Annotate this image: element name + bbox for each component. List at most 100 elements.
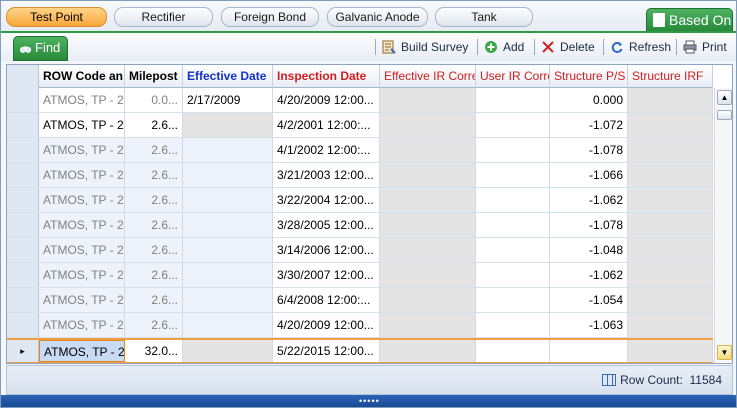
cell-milepost[interactable]: 32.0... bbox=[125, 340, 183, 362]
cell-effective-ir[interactable] bbox=[380, 113, 476, 137]
scroll-down-arrow-icon[interactable]: ▼ bbox=[717, 345, 732, 360]
cell-inspection-date[interactable]: 3/21/2003 12:00... bbox=[273, 163, 380, 187]
cell-structure-irf[interactable] bbox=[628, 213, 713, 237]
cell-effective-date[interactable] bbox=[183, 238, 273, 262]
cell-effective-ir[interactable] bbox=[380, 88, 476, 112]
cell-structure-ps[interactable]: -1.078 bbox=[550, 213, 628, 237]
cell-effective-date[interactable] bbox=[183, 213, 273, 237]
cell-row-code[interactable]: ATMOS, TP - 2 bbox=[39, 213, 125, 237]
tab-test-point[interactable]: Test Point bbox=[6, 7, 107, 27]
cell-milepost[interactable]: 2.6... bbox=[125, 288, 183, 312]
cell-structure-irf[interactable] bbox=[628, 238, 713, 262]
cell-row-code[interactable]: ATMOS, TP - 2 bbox=[39, 313, 125, 337]
cell-structure-irf[interactable] bbox=[628, 288, 713, 312]
cell-effective-date[interactable] bbox=[183, 163, 273, 187]
cell-structure-ps[interactable]: -1.078 bbox=[550, 138, 628, 162]
cell-inspection-date[interactable]: 3/14/2006 12:00... bbox=[273, 238, 380, 262]
cell-row-code[interactable]: ATMOS, TP - 2 bbox=[39, 163, 125, 187]
cell-user-ir[interactable] bbox=[476, 263, 550, 287]
cell-structure-irf[interactable] bbox=[628, 313, 713, 337]
row-selector[interactable] bbox=[7, 238, 39, 262]
table-row[interactable]: ATMOS, TP - 2 2.6... 3/22/2004 12:00... … bbox=[7, 188, 713, 213]
grip-handle-icon[interactable]: ••••• bbox=[359, 396, 380, 406]
column-header-row-code[interactable]: ROW Code an bbox=[39, 65, 125, 88]
cell-inspection-date[interactable]: 3/28/2005 12:00... bbox=[273, 213, 380, 237]
row-selector[interactable] bbox=[7, 163, 39, 187]
cell-structure-ps[interactable]: -1.048 bbox=[550, 238, 628, 262]
cell-row-code[interactable]: ATMOS, TP - 2 bbox=[39, 238, 125, 262]
cell-effective-ir[interactable] bbox=[380, 213, 476, 237]
table-row[interactable]: ATMOS, TP - 2 2.6... 3/14/2006 12:00... … bbox=[7, 238, 713, 263]
cell-effective-ir[interactable] bbox=[380, 313, 476, 337]
cell-effective-date[interactable] bbox=[183, 340, 273, 362]
cell-inspection-date[interactable]: 4/20/2009 12:00... bbox=[273, 313, 380, 337]
table-row[interactable]: ATMOS, TP - 2 2.6... 6/4/2008 12:00:... … bbox=[7, 288, 713, 313]
column-header-milepost[interactable]: Milepost bbox=[125, 65, 183, 88]
vertical-scrollbar[interactable]: ▲ ▼ bbox=[714, 88, 732, 363]
row-selector[interactable] bbox=[7, 288, 39, 312]
cell-effective-date[interactable] bbox=[183, 313, 273, 337]
table-row[interactable]: ATMOS, TP - 2 0.0... 2/17/2009 4/20/2009… bbox=[7, 88, 713, 113]
column-header-inspection-date[interactable]: Inspection Date bbox=[273, 65, 380, 88]
cell-structure-ps[interactable]: -1.062 bbox=[550, 263, 628, 287]
cell-effective-ir[interactable] bbox=[380, 163, 476, 187]
table-row[interactable]: ATMOS, TP - 2 2.6... 4/1/2002 12:00:... … bbox=[7, 138, 713, 163]
delete-button[interactable]: Delete bbox=[541, 38, 595, 56]
refresh-button[interactable]: Refresh bbox=[610, 38, 671, 56]
cell-effective-date[interactable] bbox=[183, 263, 273, 287]
find-button[interactable]: Find bbox=[13, 36, 68, 61]
cell-structure-irf[interactable] bbox=[628, 188, 713, 212]
column-header-user-ir[interactable]: User IR Corre bbox=[476, 65, 550, 88]
row-selector[interactable] bbox=[7, 188, 39, 212]
row-selector[interactable] bbox=[7, 113, 39, 137]
cell-structure-ps[interactable]: -1.063 bbox=[550, 313, 628, 337]
cell-structure-irf[interactable] bbox=[628, 88, 713, 112]
cell-inspection-date[interactable]: 3/22/2004 12:00... bbox=[273, 188, 380, 212]
cell-structure-irf[interactable] bbox=[628, 163, 713, 187]
cell-milepost[interactable]: 2.6... bbox=[125, 163, 183, 187]
cell-effective-ir[interactable] bbox=[380, 188, 476, 212]
cell-user-ir[interactable] bbox=[476, 188, 550, 212]
scrollbar-thumb[interactable] bbox=[717, 110, 732, 120]
cell-row-code[interactable]: ATMOS, TP - 2 bbox=[39, 188, 125, 212]
cell-inspection-date[interactable]: 4/2/2001 12:00:... bbox=[273, 113, 380, 137]
cell-milepost[interactable]: 2.6... bbox=[125, 238, 183, 262]
cell-milepost[interactable]: 2.6... bbox=[125, 263, 183, 287]
cell-effective-ir[interactable] bbox=[380, 263, 476, 287]
row-selector[interactable] bbox=[7, 263, 39, 287]
cell-row-code[interactable]: ATMOS, TP - 2 bbox=[39, 88, 125, 112]
cell-milepost[interactable]: 2.6... bbox=[125, 113, 183, 137]
cell-row-code-editing[interactable]: ATMOS, TP - 2 bbox=[39, 340, 125, 362]
row-selector[interactable] bbox=[7, 88, 39, 112]
cell-structure-irf[interactable] bbox=[628, 138, 713, 162]
table-row[interactable]: ATMOS, TP - 2 2.6... 3/21/2003 12:00... … bbox=[7, 163, 713, 188]
cell-inspection-date[interactable]: 5/22/2015 12:00... bbox=[273, 340, 380, 362]
cell-user-ir[interactable] bbox=[476, 313, 550, 337]
scroll-up-arrow-icon[interactable]: ▲ bbox=[717, 90, 732, 105]
cell-milepost[interactable]: 2.6... bbox=[125, 313, 183, 337]
cell-row-code[interactable]: ATMOS, TP - 2 bbox=[39, 138, 125, 162]
cell-inspection-date[interactable]: 4/20/2009 12:00... bbox=[273, 88, 380, 112]
cell-milepost[interactable]: 2.6... bbox=[125, 138, 183, 162]
based-on-button[interactable]: Based On bbox=[646, 8, 733, 32]
table-row[interactable]: ATMOS, TP - 2 2.6... 3/30/2007 12:00... … bbox=[7, 263, 713, 288]
cell-row-code[interactable]: ATMOS, TP - 2 bbox=[39, 263, 125, 287]
cell-structure-ps[interactable]: -1.054 bbox=[550, 288, 628, 312]
column-header-effective-date[interactable]: Effective Date bbox=[183, 65, 273, 88]
tab-foreign-bond[interactable]: Foreign Bond bbox=[221, 7, 319, 27]
cell-inspection-date[interactable]: 6/4/2008 12:00:... bbox=[273, 288, 380, 312]
cell-user-ir[interactable] bbox=[476, 88, 550, 112]
column-header-structure-ps[interactable]: Structure P/S bbox=[550, 65, 628, 88]
tab-galvanic-anode[interactable]: Galvanic Anode bbox=[327, 7, 428, 27]
cell-structure-ps[interactable]: -1.072 bbox=[550, 113, 628, 137]
cell-effective-date[interactable] bbox=[183, 288, 273, 312]
cell-milepost[interactable]: 2.6... bbox=[125, 213, 183, 237]
cell-effective-date[interactable] bbox=[183, 188, 273, 212]
cell-user-ir[interactable] bbox=[476, 238, 550, 262]
cell-user-ir[interactable] bbox=[476, 138, 550, 162]
cell-row-code[interactable]: ATMOS, TP - 2 bbox=[39, 288, 125, 312]
table-row[interactable]: ATMOS, TP - 2 2.6... 3/28/2005 12:00... … bbox=[7, 213, 713, 238]
cell-effective-ir[interactable] bbox=[380, 340, 476, 362]
cell-effective-date[interactable]: 2/17/2009 bbox=[183, 88, 273, 112]
row-selector[interactable] bbox=[7, 313, 39, 337]
